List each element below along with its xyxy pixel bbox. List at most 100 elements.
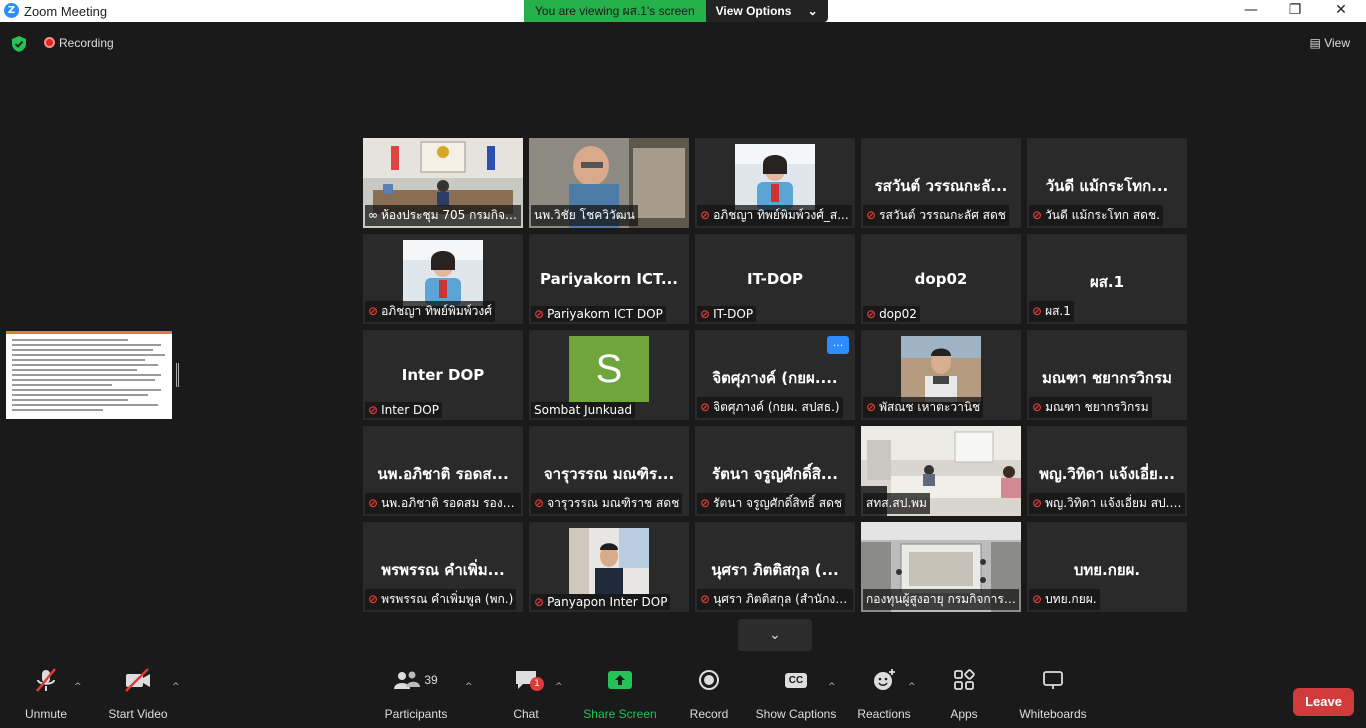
- participant-name: มณฑา ชยากรวิกรม: [1045, 400, 1149, 414]
- participant-tile[interactable]: วันดี แม้กระโทก... ⊘ วันดี แม้กระโทก สดช.: [1027, 138, 1187, 228]
- start-video-label: Start Video: [108, 707, 168, 721]
- reactions-options-caret[interactable]: ^: [908, 682, 916, 692]
- participant-tile[interactable]: กองทุนผู้สูงอายุ กรมกิจการผู้...: [861, 522, 1021, 612]
- participant-tile[interactable]: สทส.สป.พม: [861, 426, 1021, 516]
- mic-muted-icon: ⊘: [700, 496, 711, 510]
- participant-tile[interactable]: นพ.อภิชาติ รอดส... ⊘ นพ.อภิชาติ รอดสม รองเ…: [363, 426, 523, 516]
- participant-tile[interactable]: dop02 ⊘ dop02: [861, 234, 1021, 324]
- participant-tile[interactable]: ⊘ อภิชญา ทิพย์พิมพ์วงศ์_ส...: [695, 138, 855, 228]
- participant-tile[interactable]: บทย.กยผ. ⊘ บทย.กยผ.: [1027, 522, 1187, 612]
- whiteboards-button[interactable]: Whiteboards: [1014, 664, 1092, 721]
- mic-muted-icon: ⊘: [1032, 400, 1043, 414]
- show-captions-button[interactable]: CC Show Captions: [754, 664, 838, 721]
- participants-icon: [394, 671, 421, 689]
- record-button[interactable]: Record: [686, 664, 732, 721]
- participant-name: วันดี แม้กระโทก สดช.: [1045, 208, 1160, 222]
- participant-name: Inter DOP: [381, 403, 439, 417]
- participant-name: บทย.กยผ.: [1045, 592, 1097, 606]
- next-page-button[interactable]: ⌄: [738, 619, 812, 651]
- participant-name: กองทุนผู้สูงอายุ กรมกิจการผู้...: [866, 592, 1019, 606]
- participants-button[interactable]: 39 Participants: [380, 664, 452, 721]
- participant-name: พรพรรณ คำเพิ่มพูล (พก.): [381, 592, 514, 606]
- captions-options-caret[interactable]: ^: [828, 682, 836, 692]
- participant-tile[interactable]: พญ.วิทิดา แจ้งเอี่ย... ⊘ พญ.วิทิดา แจ้งเอี…: [1027, 426, 1187, 516]
- mic-muted-icon: ⊘: [368, 304, 379, 318]
- participant-tile[interactable]: ⊘ อภิชญา ทิพย์พิมพ์วงศ์: [363, 234, 523, 324]
- participant-video-feed: [569, 528, 649, 594]
- participant-tile[interactable]: จารุวรรณ มณฑิร... ⊘ จารุวรรณ มณฑิราช สดช: [529, 426, 689, 516]
- participant-tile[interactable]: ⊘ พัสณช เหาตะวานิช: [861, 330, 1021, 420]
- reactions-button[interactable]: Reactions: [855, 664, 913, 721]
- apps-label: Apps: [950, 707, 978, 721]
- participant-name: นุศรา ภิตติสกุล (สำนักงา...: [713, 592, 853, 606]
- mic-muted-icon: ⊘: [368, 403, 379, 417]
- participant-tile[interactable]: S Sombat Junkuad: [529, 330, 689, 420]
- participant-tile[interactable]: พรพรรณ คำเพิ่ม... ⊘ พรพรรณ คำเพิ่มพูล (พก.…: [363, 522, 523, 612]
- participant-name: IT-DOP: [713, 307, 754, 321]
- chat-button[interactable]: Chat: [506, 664, 546, 721]
- share-screen-button[interactable]: Share Screen: [582, 664, 658, 721]
- participant-tile[interactable]: นุศรา ภิตติสกุล (... ⊘ นุศรา ภิตติสกุล (สำ…: [695, 522, 855, 612]
- participant-tile[interactable]: Pariyakorn ICT... ⊘ Pariyakorn ICT DOP: [529, 234, 689, 324]
- video-options-caret[interactable]: ^: [172, 682, 180, 692]
- panel-resize-handle[interactable]: [176, 363, 179, 387]
- whiteboard-icon: [1014, 664, 1092, 696]
- leave-button[interactable]: Leave: [1293, 688, 1354, 716]
- record-icon: [686, 664, 732, 696]
- participant-name: ห้องประชุม 705 กรมกิจก...: [381, 208, 521, 222]
- participants-count: 39: [424, 673, 438, 687]
- participant-tile[interactable]: ⊘ Panyapon Inter DOP: [529, 522, 689, 612]
- participant-name-label: ∞ ห้องประชุม 705 กรมกิจก...: [365, 205, 521, 226]
- minimize-button[interactable]: —: [1228, 0, 1274, 22]
- participant-tile[interactable]: จิตศุภางค์ (กยผ....... ⊘ จิตศุภางค์ (กยผ. …: [695, 330, 855, 420]
- participant-video-feed: [403, 240, 483, 306]
- close-window-button[interactable]: ✕: [1318, 0, 1364, 22]
- view-button[interactable]: ▤ View: [1310, 36, 1350, 50]
- recording-label: Recording: [59, 36, 114, 50]
- mic-muted-icon: [18, 664, 74, 696]
- mic-muted-icon: ⊘: [700, 592, 711, 606]
- apps-icon: [944, 664, 984, 696]
- participant-name-label: ⊘ IT-DOP: [697, 306, 757, 322]
- participant-tile[interactable]: Inter DOP ⊘ Inter DOP: [363, 330, 523, 420]
- participant-tile[interactable]: ∞ ห้องประชุม 705 กรมกิจก...: [363, 138, 523, 228]
- start-video-button[interactable]: Start Video: [104, 664, 172, 721]
- participant-name-label: ⊘ มณฑา ชยากรวิกรม: [1029, 397, 1152, 418]
- participant-name-label: ⊘ Pariyakorn ICT DOP: [531, 306, 666, 322]
- mic-muted-icon: ⊘: [1032, 304, 1043, 318]
- participant-tile[interactable]: IT-DOP ⊘ IT-DOP: [695, 234, 855, 324]
- participant-tile[interactable]: มณฑา ชยากรวิกรม ⊘ มณฑา ชยากรวิกรม: [1027, 330, 1187, 420]
- participant-name-label: ⊘ บทย.กยผ.: [1029, 589, 1100, 610]
- recording-indicator[interactable]: Recording: [44, 36, 114, 50]
- mic-muted-icon: ⊘: [700, 208, 711, 222]
- participant-display-name: ผส.1: [1089, 273, 1125, 291]
- participant-tile[interactable]: รสวันต์ วรรณกะลั... ⊘ รสวันต์ วรรณกะลัศ สด…: [861, 138, 1021, 228]
- view-options-button[interactable]: View Options ⌄: [705, 0, 828, 22]
- chevron-down-icon: ⌄: [769, 627, 781, 643]
- participant-display-name: พญ.วิทิดา แจ้งเอี่ย...: [1039, 465, 1175, 483]
- unmute-button[interactable]: Unmute: [18, 664, 74, 721]
- security-shield-icon[interactable]: [12, 36, 26, 52]
- participant-tile[interactable]: นพ.วิชัย โชควิวัฒน: [529, 138, 689, 228]
- mic-muted-icon: ⊘: [866, 400, 877, 414]
- audio-options-caret[interactable]: ^: [74, 682, 82, 692]
- participant-display-name: พรพรรณ คำเพิ่ม...: [381, 561, 505, 579]
- participant-tile[interactable]: รัตนา จรูญศักดิ์สิ... ⊘ รัตนา จรูญศักดิ์สิ…: [695, 426, 855, 516]
- mic-muted-icon: ⊘: [866, 307, 877, 321]
- chat-options-caret[interactable]: ^: [555, 682, 563, 692]
- participant-name-label: ⊘ จิตศุภางค์ (กยผ. สปสธ.): [697, 397, 843, 418]
- participant-name-label: สทส.สป.พม: [863, 493, 930, 514]
- participant-name-label: ⊘ Inter DOP: [365, 402, 442, 418]
- view-options-label: View Options: [715, 4, 792, 18]
- shared-screen-preview[interactable]: [6, 331, 172, 419]
- participant-more-options-button[interactable]: ...: [827, 336, 849, 354]
- restore-button[interactable]: ❐: [1272, 0, 1318, 22]
- apps-button[interactable]: Apps: [944, 664, 984, 721]
- viewing-screen-text: You are viewing ผส.1's screen: [524, 0, 706, 22]
- participant-name-label: ⊘ นุศรา ภิตติสกุล (สำนักงา...: [697, 589, 853, 610]
- participant-name-label: ⊘ รัตนา จรูญศักดิ์สิทธิ์ สดช: [697, 493, 846, 514]
- mic-muted-icon: ⊘: [534, 307, 545, 321]
- participant-tile[interactable]: ผส.1 ⊘ ผส.1: [1027, 234, 1187, 324]
- participant-display-name: รสวันต์ วรรณกะลั...: [874, 177, 1008, 195]
- participants-options-caret[interactable]: ^: [465, 682, 473, 692]
